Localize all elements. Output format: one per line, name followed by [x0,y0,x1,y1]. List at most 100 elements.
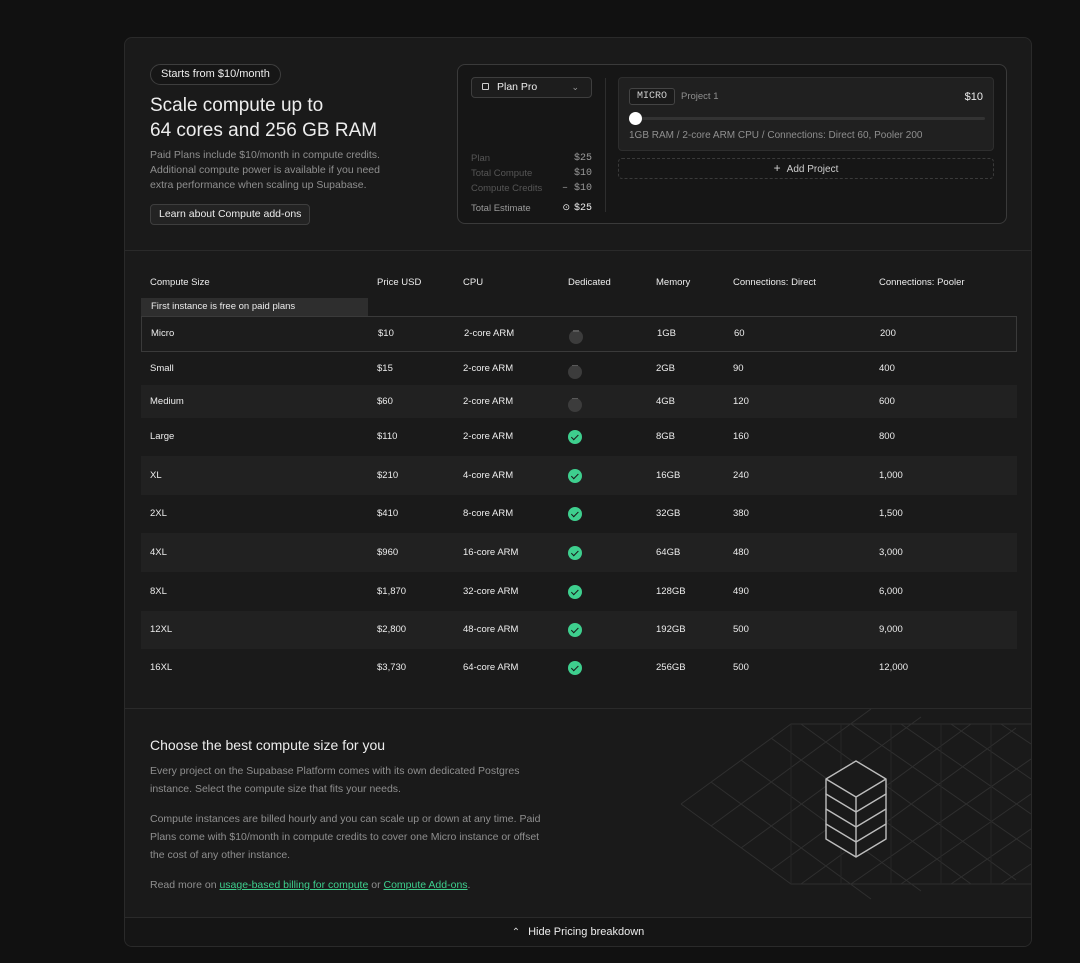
cell-connections-pooler: 200 [880,328,896,339]
table-row: Small $15 2-core ARM 2GB 90 400 [141,352,1017,385]
cell-cpu: 4-core ARM [463,469,514,481]
summary-label: Plan [471,153,491,164]
table-row: Large $110 2-core ARM 8GB 160 800 [141,418,1017,456]
plan-select-value: Plan Pro [497,81,538,93]
summary-label: Total Compute [471,168,533,179]
cell-connections-direct: 60 [734,328,745,339]
check-icon [568,661,582,675]
add-project-label: Add Project [786,164,839,175]
check-icon [568,468,582,483]
cell-cpu: 64-core ARM [463,662,519,673]
compute-addons-link[interactable]: Compute Add-ons [383,879,467,891]
cell-dedicated [568,623,582,637]
slider-handle[interactable] [629,112,642,125]
summary-value: – $10 [561,183,592,194]
compute-size-slider[interactable] [629,112,985,125]
cell-cpu: 48-core ARM [463,624,519,635]
cell-dedicated [568,430,582,444]
isometric-grid-illustration [680,709,1031,900]
cell-connections-direct: 240 [733,469,749,481]
cell-cpu: 2-core ARM [464,328,515,339]
usage-billing-link[interactable]: usage-based billing for compute [219,879,368,891]
cell-connections-pooler: 800 [879,431,895,442]
header-connections-direct: Connections: Direct [733,277,816,288]
project-card: MICRO Project 1 $10 1GB RAM / 2-core ARM… [618,77,994,151]
cell-compute-size: XL [150,469,162,481]
info-title: Choose the best compute size for you [150,737,386,753]
cell-dedicated [568,468,582,483]
add-project-button[interactable]: + Add Project [618,158,994,179]
cell-memory: 64GB [656,546,681,558]
cell-memory: 1GB [657,328,677,339]
project-name: Project 1 [681,91,719,102]
cell-cpu: 2-core ARM [463,431,514,442]
header-memory: Memory [656,277,691,288]
cell-compute-size: Small [150,362,174,374]
summary-row: Compute Credits – $10 [471,181,592,196]
free-instance-note: First instance is free on paid plans [141,298,368,316]
compute-overview: Starts from $10/month Scale compute up t… [125,38,1031,251]
minus-icon [568,364,582,379]
cell-connections-pooler: 600 [879,395,895,407]
table-row: 8XL $1,870 32-core ARM 128GB 490 6,000 [141,572,1017,611]
chevron-up-icon: ⌃ [511,927,521,938]
compute-info-section: Choose the best compute size for you Eve… [125,708,1031,918]
cell-compute-size: Medium [150,395,184,407]
cell-dedicated [568,545,582,560]
cell-cpu: 16-core ARM [463,546,519,558]
cell-price: $10 [378,328,394,339]
header-dedicated: Dedicated [568,277,611,288]
cell-memory: 2GB [656,362,676,374]
cell-connections-direct: 160 [733,431,749,442]
cell-connections-pooler: 6,000 [879,585,903,597]
header-cpu: CPU [463,277,484,288]
cell-price: $110 [377,431,398,442]
cell-price: $2,800 [377,624,407,635]
cell-connections-pooler: 12,000 [879,662,909,673]
table-row: 12XL $2,800 48-core ARM 192GB 500 9,000 [141,611,1017,649]
cell-price: $3,730 [377,662,407,673]
cell-price: $1,870 [377,585,407,597]
check-icon [568,430,582,444]
summary-row: Total Compute $10 [471,166,592,181]
info-paragraph: Every project on the Supabase Platform c… [150,765,520,795]
cell-cpu: 8-core ARM [463,508,514,519]
project-specs: 1GB RAM / 2-core ARM CPU / Connections: … [629,130,923,141]
cell-connections-direct: 490 [733,585,749,597]
cell-memory: 256GB [656,662,686,673]
hide-pricing-breakdown-button[interactable]: ⌃ Hide Pricing breakdown [125,917,1031,946]
total-estimate-amount: $25 [573,203,592,214]
divider [605,78,606,212]
plan-icon [482,83,489,90]
cell-cpu: 2-core ARM [463,362,514,374]
cell-cpu: 2-core ARM [463,395,514,407]
header-price: Price USD [377,277,422,288]
header-connections-pooler: Connections: Pooler [879,277,965,288]
learn-compute-addons-button[interactable]: Learn about Compute add-ons [150,204,311,225]
cell-connections-pooler: 1,500 [879,508,903,519]
total-estimate-value: ⊙ $25 [562,201,592,216]
table-header: Compute Size Price USD CPU Dedicated Mem… [141,268,1017,296]
summary-row: Plan $25 [471,151,592,166]
read-more-mid: or [368,879,384,891]
info-icon[interactable]: ⊙ [562,203,570,213]
check-icon [568,507,582,521]
summary-value: $10 [573,168,592,179]
cell-connections-direct: 380 [733,508,749,519]
plan-select[interactable]: Plan Pro ⌄ [471,77,592,98]
cell-memory: 192GB [656,624,686,635]
total-estimate-label: Total Estimate [471,203,531,214]
cell-memory: 4GB [656,395,676,407]
cell-dedicated [568,661,582,675]
header-compute-size: Compute Size [150,277,210,288]
headline-line-2: 64 cores and 256 GB RAM [150,120,378,141]
cost-summary: Plan $25 Total Compute $10 Compute Credi… [471,151,592,216]
summary-value: $25 [573,153,592,164]
read-more-prefix: Read more on [150,879,220,891]
info-paragraph: Compute instances are billed hourly and … [150,813,541,861]
table-row: 4XL $960 16-core ARM 64GB 480 3,000 [141,533,1017,572]
cell-price: $960 [377,546,399,558]
table-row: Medium $60 2-core ARM 4GB 120 600 [141,385,1017,418]
plus-icon: + [773,161,781,175]
check-icon [568,623,582,637]
